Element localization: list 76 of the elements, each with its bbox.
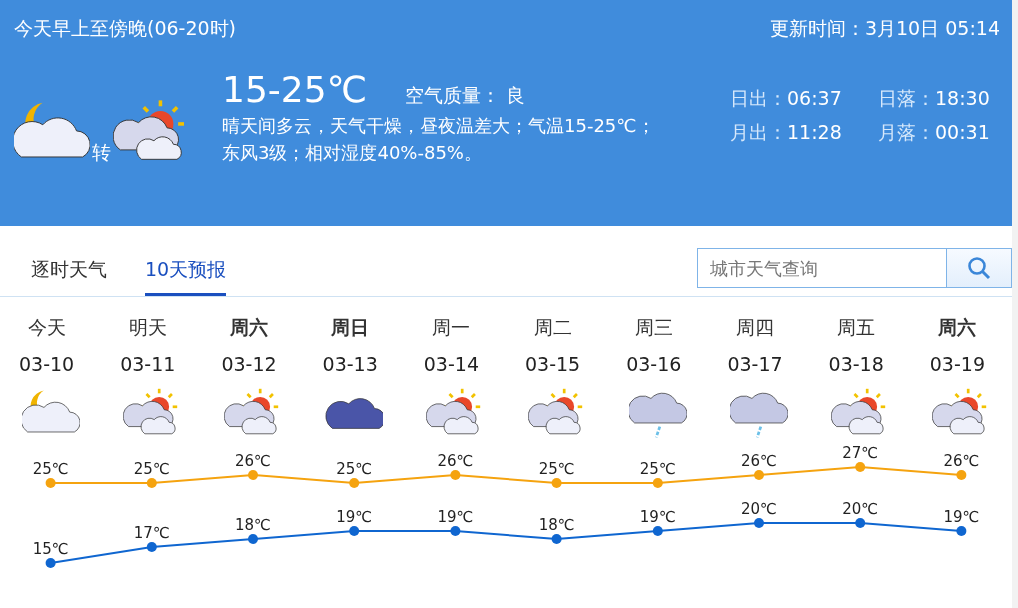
forecast-date: 03-14	[423, 353, 479, 375]
forecast-date: 03-15	[524, 353, 581, 375]
data-point	[45, 558, 56, 569]
day-name: 周六	[230, 315, 268, 340]
tab[interactable]: 逐时天气	[31, 257, 107, 296]
search-button[interactable]	[947, 248, 1012, 288]
data-point	[551, 534, 562, 545]
data-point	[855, 518, 866, 529]
astro-time: 日出：06:37	[730, 86, 843, 111]
data-point	[146, 542, 157, 553]
forecast-date: 03-17	[727, 353, 783, 375]
forecast-date: 03-19	[929, 353, 985, 375]
transition-text: 转	[92, 140, 111, 165]
day-name: 周一	[432, 315, 471, 340]
data-point	[248, 534, 258, 545]
temperature-range: 15-25℃	[222, 68, 368, 112]
data-point	[652, 478, 663, 489]
forecast-date: 03-13	[322, 353, 378, 375]
day-name: 明天	[128, 315, 167, 340]
temperature-label: 17℃	[133, 524, 170, 543]
forecast-date: 03-16	[626, 353, 682, 375]
weather-description: 晴天间多云，天气干燥，昼夜温差大；气温15-25℃；	[222, 114, 656, 138]
astro-time: 月出：11:28	[730, 120, 843, 145]
data-point	[551, 478, 562, 489]
update-time: 更新时间：3月10日 05:14	[769, 16, 1000, 41]
temperature-label: 26℃	[943, 452, 980, 471]
temperature-label: 25℃	[336, 460, 373, 479]
temperature-label: 20℃	[842, 500, 879, 519]
temperature-label: 20℃	[741, 500, 777, 519]
day-name: 周四	[736, 315, 774, 340]
temperature-label: 19℃	[943, 508, 980, 527]
temperature-label: 26℃	[741, 452, 777, 471]
data-point	[956, 526, 967, 537]
temperature-label: 25℃	[538, 460, 575, 479]
forecast-period: 今天早上至傍晚(06-20时)	[14, 16, 237, 41]
day-name: 周五	[837, 315, 876, 340]
temperature-label: 19℃	[336, 508, 373, 527]
astro-time: 日落：18:30	[878, 86, 991, 111]
data-point	[652, 526, 663, 537]
data-point	[450, 526, 461, 537]
forecast-date: 03-12	[221, 353, 277, 375]
data-point	[450, 470, 461, 481]
data-point	[349, 478, 360, 489]
forecast-date: 03-11	[120, 353, 176, 375]
temperature-label: 18℃	[538, 516, 575, 535]
temperature-label: 18℃	[235, 516, 271, 535]
temperature-label: 25℃	[639, 460, 676, 479]
temperature-label: 27℃	[842, 444, 879, 463]
data-point	[349, 526, 360, 537]
search-icon	[967, 256, 991, 280]
data-point	[956, 470, 967, 481]
day-name: 周二	[533, 315, 572, 340]
astro-time: 月落：00:31	[878, 120, 991, 145]
day-name: 周日	[331, 315, 370, 340]
forecast-date: 03-18	[828, 353, 884, 375]
data-point	[45, 478, 56, 489]
day-name: 周六	[938, 315, 977, 340]
weather-description: 东风3级；相对湿度40%-85%。	[222, 141, 483, 165]
day-name: 今天	[27, 315, 66, 340]
data-point	[855, 462, 866, 473]
temperature-label: 19℃	[437, 508, 474, 527]
data-point	[248, 470, 258, 481]
temperature-label: 25℃	[133, 460, 170, 479]
data-point	[754, 518, 764, 529]
data-point	[146, 478, 157, 489]
tab[interactable]: 10天预报	[145, 257, 227, 296]
search-field[interactable]: 城市天气查询	[697, 248, 947, 288]
air-quality: 空气质量： 良	[405, 83, 526, 108]
temperature-label: 26℃	[235, 452, 271, 471]
forecast-date: 03-10	[19, 353, 75, 375]
day-name: 周三	[634, 315, 673, 340]
temperature-label: 25℃	[32, 460, 69, 479]
temperature-label: 19℃	[639, 508, 676, 527]
temperature-label: 15℃	[32, 540, 69, 559]
temperature-label: 26℃	[437, 452, 474, 471]
data-point	[754, 470, 764, 481]
